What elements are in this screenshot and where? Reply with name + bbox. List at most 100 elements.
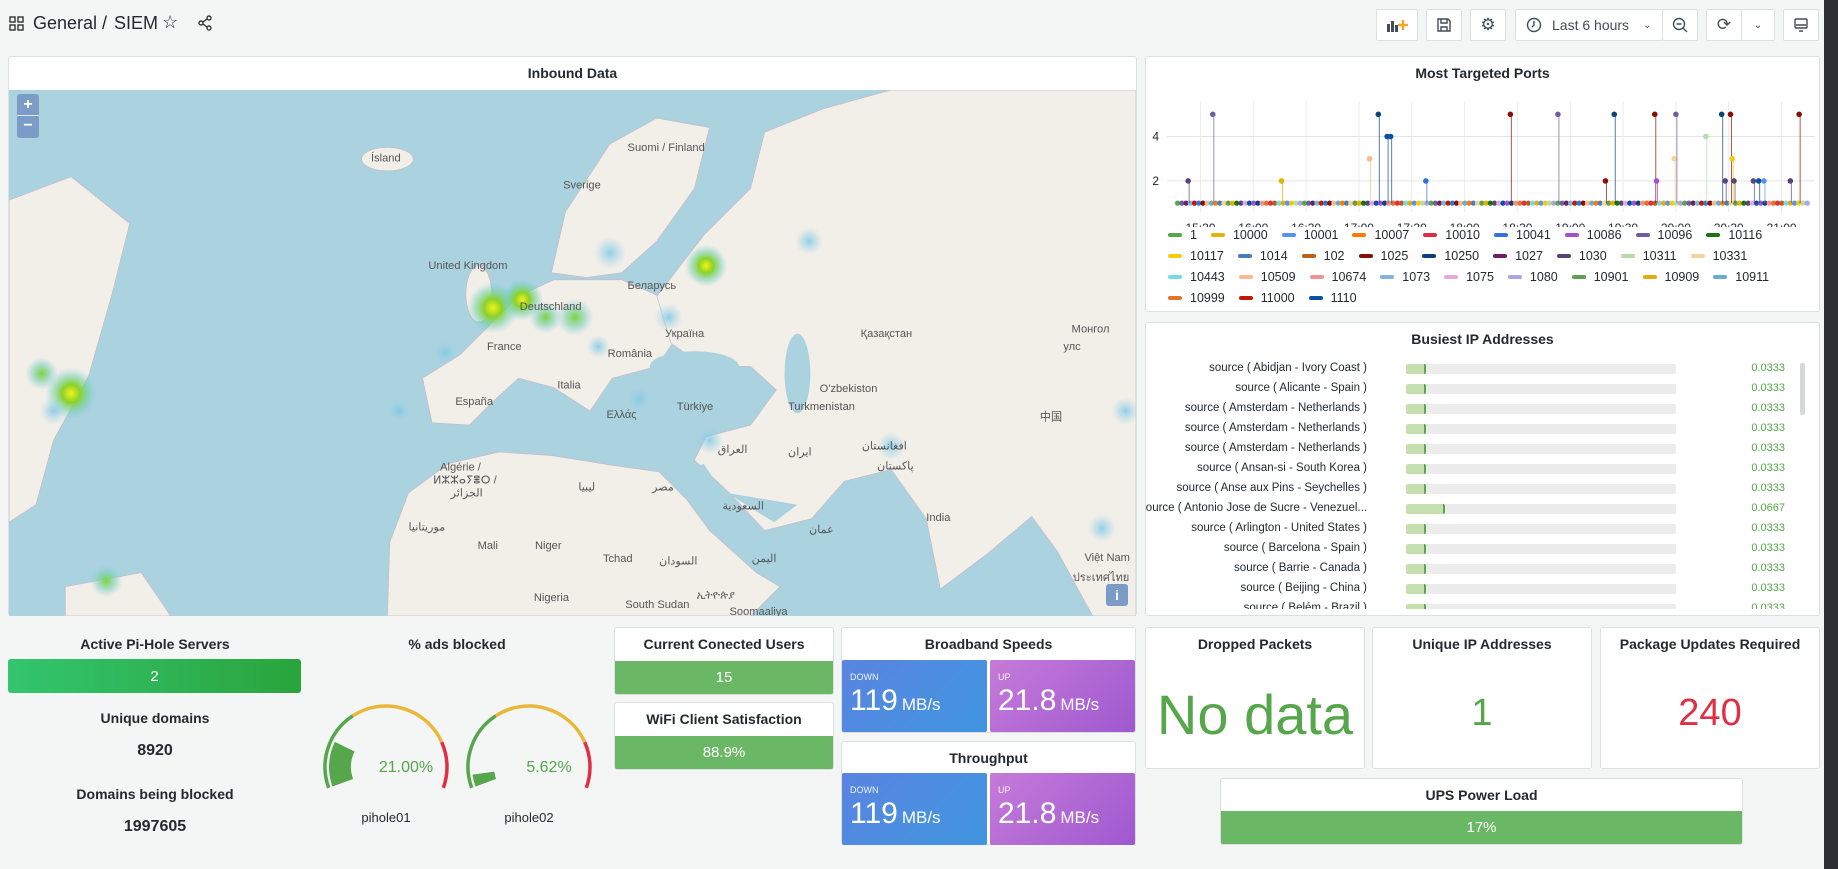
time-range-picker[interactable]: Last 6 hours ⌄: [1515, 9, 1663, 41]
scrollbar[interactable]: [1800, 363, 1805, 415]
data-point-1025[interactable]: [1507, 111, 1514, 118]
refresh-interval-dropdown[interactable]: ⌄: [1741, 9, 1775, 41]
ip-row: source ( Amsterdam - Netherlands ) 0.0333: [1146, 399, 1819, 419]
legend-item[interactable]: 10096: [1635, 228, 1692, 242]
data-point-1025[interactable]: [1727, 111, 1734, 118]
data-point-10509[interactable]: [1366, 155, 1373, 162]
legend-item[interactable]: 10041: [1494, 228, 1551, 242]
legend-swatch: [1237, 254, 1252, 258]
map-label: Nigeria: [534, 592, 570, 604]
ip-row-value: 0.0333: [1751, 562, 1785, 574]
page-scrollbar[interactable]: [1824, 0, 1838, 869]
legend-item[interactable]: 1073: [1380, 270, 1430, 284]
ip-row: source ( Anse aux Pins - Seychelles ) 0.0…: [1146, 479, 1819, 499]
unique-domains-value: 8920: [137, 742, 173, 759]
legend-item[interactable]: 1027: [1493, 249, 1543, 263]
data-point-10117[interactable]: [1729, 155, 1736, 162]
legend-item[interactable]: 10116: [1706, 228, 1762, 242]
data-point-10096[interactable]: [1555, 111, 1561, 118]
ports-chart[interactable]: 15:30 16:00 16:30 17:00 17:30 18:00 18:30 19:00…: [1146, 57, 1821, 227]
legend-item[interactable]: 1075: [1444, 270, 1494, 284]
data-point-1030[interactable]: [1185, 178, 1191, 184]
map-label: Italia: [557, 380, 581, 392]
data-point-1110[interactable]: [1755, 178, 1762, 184]
legend-item[interactable]: 10911: [1713, 270, 1769, 284]
legend-label: 10001: [1303, 228, 1339, 242]
refresh-icon: ⟳: [1716, 15, 1732, 34]
share-icon[interactable]: [197, 15, 213, 31]
map-label: India: [926, 512, 951, 524]
legend-item[interactable]: 10674: [1309, 270, 1366, 284]
legend-item[interactable]: 1030: [1556, 249, 1607, 263]
map-zoom-out-button[interactable]: −: [17, 116, 39, 137]
legend-item[interactable]: 10509: [1238, 270, 1296, 284]
legend-item[interactable]: 1080: [1507, 270, 1558, 284]
data-point-1025[interactable]: [1796, 111, 1802, 118]
legend-item[interactable]: 10901: [1571, 270, 1629, 284]
legend-item[interactable]: 10443: [1168, 270, 1225, 284]
map-info-button[interactable]: i: [1106, 584, 1128, 606]
legend-item[interactable]: 10117: [1168, 249, 1224, 263]
map-label: Қазақстан: [861, 328, 913, 340]
data-point-10041[interactable]: [1423, 178, 1429, 184]
breadcrumb-folder[interactable]: General: [33, 13, 97, 34]
legend-item[interactable]: 1110: [1308, 291, 1357, 305]
data-point-1110[interactable]: [1387, 133, 1394, 140]
data-point-10250[interactable]: [1718, 111, 1725, 118]
add-panel-button[interactable]: [1376, 9, 1418, 41]
legend-item[interactable]: 10007: [1352, 228, 1409, 242]
legend-swatch: [1690, 254, 1705, 258]
legend-item[interactable]: 10250: [1422, 249, 1479, 263]
legend-item[interactable]: 10331: [1690, 249, 1747, 263]
data-point-10000[interactable]: [1278, 178, 1285, 184]
data-point-1030[interactable]: [1787, 178, 1794, 184]
map-label: مصر: [651, 482, 674, 494]
chart-legend: 1 10000 10001 10007 10010 10041 10086 10096 1011…: [1168, 228, 1809, 305]
ip-row-bar-fill: [1406, 364, 1426, 374]
data-point-1030[interactable]: [1750, 178, 1757, 184]
save-button[interactable]: [1426, 9, 1462, 41]
star-icon[interactable]: ☆: [162, 12, 178, 33]
data-point-10331[interactable]: [1671, 155, 1677, 162]
dashboard-title[interactable]: SIEM: [114, 13, 158, 34]
busiest-ip-panel: Busiest IP Addresses source ( Abidjan - …: [1145, 322, 1820, 616]
legend-item[interactable]: 1025: [1358, 249, 1409, 263]
tv-mode-button[interactable]: [1783, 9, 1819, 41]
down-unit: MB/s: [901, 808, 941, 827]
data-point-10096[interactable]: [1209, 111, 1216, 118]
data-point-10096[interactable]: [1673, 111, 1679, 118]
legend-item[interactable]: 10086: [1564, 228, 1622, 242]
settings-button[interactable]: ⚙: [1470, 9, 1506, 41]
legend-item[interactable]: 11000: [1238, 291, 1295, 305]
data-point-10250[interactable]: [1375, 111, 1382, 118]
data-point-10086[interactable]: [1653, 178, 1660, 184]
ip-row: source ( Alicante - Spain ) 0.0333: [1146, 379, 1819, 399]
legend-item[interactable]: 1: [1168, 228, 1197, 242]
data-point-10250[interactable]: [1611, 111, 1618, 118]
legend-item[interactable]: 102: [1301, 249, 1345, 263]
data-point-10311[interactable]: [1703, 133, 1709, 140]
ip-row-bar-fill: [1406, 604, 1426, 609]
legend-item[interactable]: 10909: [1642, 270, 1699, 284]
data-point-1030[interactable]: [1722, 178, 1728, 184]
zoom-out-button[interactable]: [1662, 9, 1698, 41]
legend-item[interactable]: 1014: [1237, 249, 1288, 263]
ip-row-value: 0.0333: [1751, 542, 1785, 554]
data-point-1025[interactable]: [1602, 178, 1609, 184]
world-map[interactable]: Ísland Suomi / Finland Sverige United Ki…: [9, 90, 1136, 616]
legend-item[interactable]: 10311: [1620, 249, 1677, 263]
refresh-button[interactable]: ⟳: [1706, 9, 1742, 41]
data-point-10001[interactable]: [1761, 178, 1767, 184]
legend-label: 1025: [1380, 249, 1409, 263]
ip-row-value: 0.0333: [1751, 482, 1785, 494]
map-zoom-in-button[interactable]: +: [17, 94, 39, 116]
legend-label: 1075: [1466, 270, 1494, 284]
legend-item[interactable]: 10010: [1423, 228, 1480, 242]
map-label: ประเทศไทย: [1073, 571, 1130, 584]
data-point-1025[interactable]: [1651, 111, 1658, 118]
clock-icon: [1526, 17, 1542, 33]
legend-item[interactable]: 10000: [1210, 228, 1268, 242]
legend-item[interactable]: 10999: [1168, 291, 1225, 305]
legend-item[interactable]: 10001: [1281, 228, 1339, 242]
data-point-1030[interactable]: [1731, 178, 1737, 184]
